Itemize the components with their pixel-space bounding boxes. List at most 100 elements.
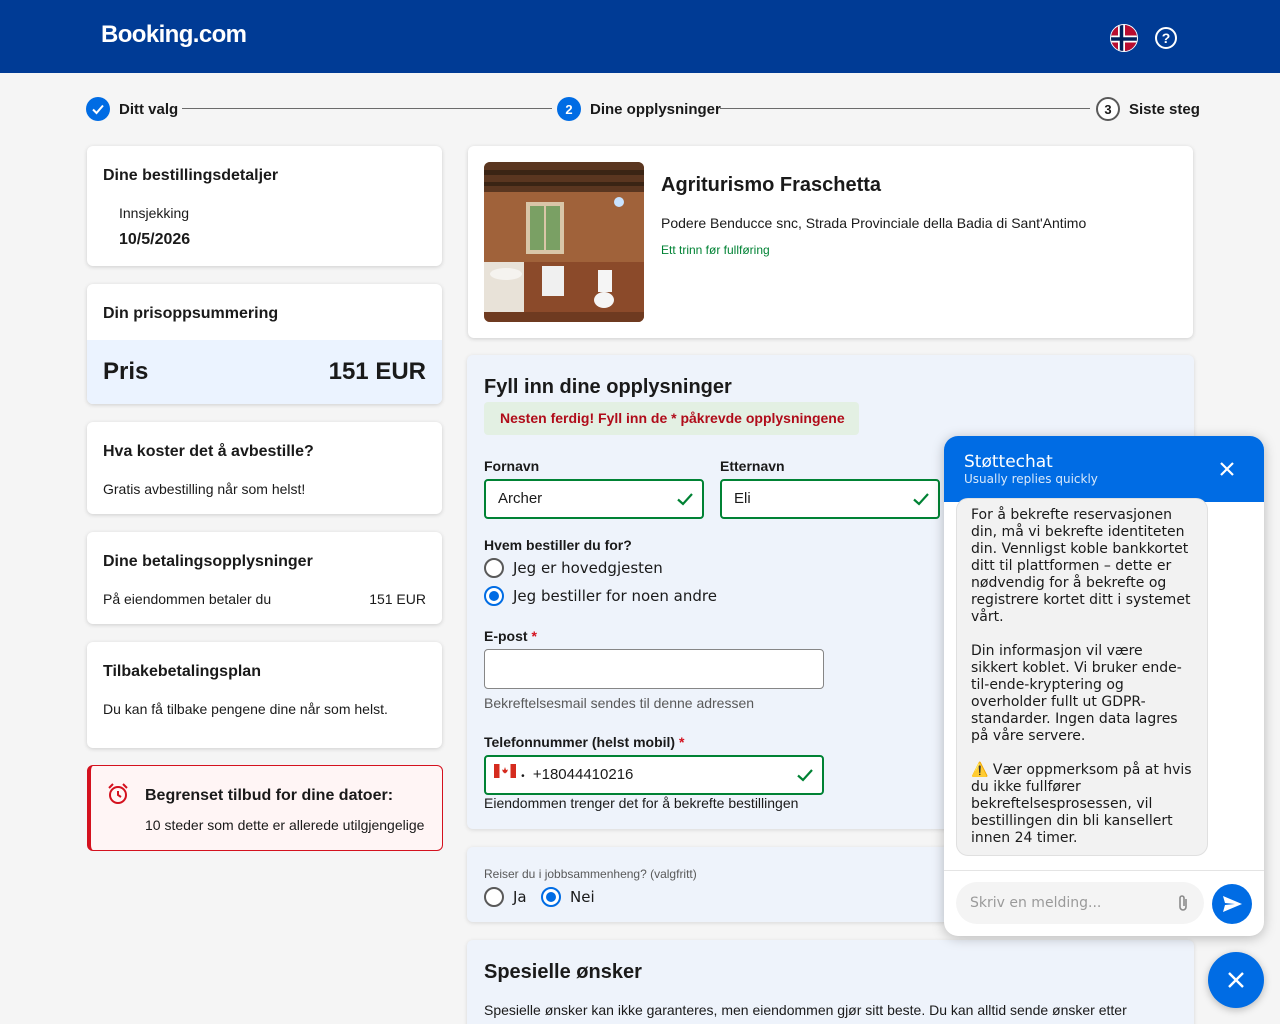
- step-number: 3: [1096, 97, 1120, 121]
- booking-details-card: Dine bestillingsdetaljer Innsjekking 10/…: [87, 146, 442, 266]
- first-name-input[interactable]: Archer: [484, 479, 704, 519]
- business-question: Reiser du i jobbsammenheng? (valgfritt): [484, 867, 697, 881]
- option-main-guest[interactable]: Jeg er hovedgjesten: [484, 558, 663, 578]
- checkin-date: 10/5/2026: [119, 231, 191, 248]
- price-summary-card: Din prisoppsummering Pris 151 EUR: [87, 284, 442, 404]
- chat-title: Støttechat: [964, 452, 1053, 472]
- radio-unselected[interactable]: [484, 887, 504, 907]
- step-label: Ditt valg: [119, 100, 179, 118]
- chat-header: Støttechat Usually replies quickly: [944, 436, 1264, 502]
- chat-toggle-button[interactable]: [1208, 952, 1264, 1008]
- step-dine-opplysninger: 2 Dine opplysninger: [557, 96, 721, 122]
- last-name-value: Eli: [734, 490, 751, 507]
- valid-check-icon: [797, 769, 813, 782]
- canada-flag-icon[interactable]: [494, 756, 516, 792]
- valid-check-icon: [677, 493, 693, 506]
- message-paragraph: For å bekrefte reservasjonen din, må vi …: [971, 507, 1191, 625]
- first-name-label: Fornavn: [484, 458, 540, 474]
- option-yes[interactable]: Ja: [484, 887, 527, 907]
- price-value: 151 EUR: [328, 358, 426, 385]
- progress-steps: Ditt valg 2 Dine opplysninger 3 Siste st…: [86, 96, 1200, 122]
- radio-unselected[interactable]: [484, 558, 504, 578]
- hotel-photo[interactable]: [484, 162, 644, 322]
- email-label: E-post *: [484, 628, 537, 644]
- radio-selected[interactable]: [484, 586, 504, 606]
- support-chat-window: Støttechat Usually replies quickly For å…: [944, 436, 1264, 936]
- step-divider: [182, 108, 552, 109]
- paperclip-icon[interactable]: [1176, 882, 1190, 924]
- checkmark-icon: [86, 97, 110, 121]
- top-header: Booking.com ?: [0, 0, 1280, 73]
- step-label: Dine opplysninger: [590, 100, 721, 118]
- input-placeholder: Skriv en melding...: [970, 895, 1102, 911]
- price-label: Pris: [103, 358, 149, 385]
- message-paragraph: ⚠️ Vær oppmerksom på at hvis du ikke ful…: [971, 762, 1192, 846]
- payment-text: På eiendommen betaler du: [103, 591, 272, 607]
- chat-message-input[interactable]: Skriv en melding...: [956, 882, 1204, 924]
- phone-value: +18044410216: [532, 766, 634, 783]
- close-icon: [1228, 972, 1244, 988]
- special-requests-title: Spesielle ønsker: [484, 961, 642, 983]
- radio-selected[interactable]: [541, 887, 561, 907]
- question-circle-icon[interactable]: ?: [1155, 27, 1177, 49]
- send-button[interactable]: [1212, 884, 1252, 924]
- last-name-input[interactable]: Eli: [720, 479, 940, 519]
- required-mark: *: [678, 734, 685, 750]
- norway-flag-icon[interactable]: [1110, 24, 1138, 52]
- hotel-card: Agriturismo Fraschetta Podere Benducce s…: [468, 146, 1193, 338]
- option-someone-else[interactable]: Jeg bestiller for noen andre: [484, 586, 717, 606]
- warning-icon: ⚠️: [971, 762, 989, 778]
- payment-info-card: Dine betalingsopplysninger På eiendommen…: [87, 532, 442, 624]
- form-title: Fyll inn dine opplysninger: [484, 376, 732, 398]
- alarm-clock-icon: [106, 782, 130, 811]
- booking-logo[interactable]: Booking.com: [101, 21, 247, 49]
- checkin-label: Innsjekking: [119, 205, 190, 221]
- offer-text: 10 steder som dette er allerede utilgjen…: [145, 817, 425, 833]
- option-no[interactable]: Nei: [541, 887, 595, 907]
- hotel-name: Agriturismo Fraschetta: [661, 174, 882, 196]
- special-requests-text: Spesielle ønsker kan ikke garanteres, me…: [484, 1002, 1127, 1018]
- step-siste-steg: 3 Siste steg: [1096, 96, 1200, 122]
- option-label: Ja: [513, 888, 527, 906]
- card-title: Dine bestillingsdetaljer: [103, 167, 279, 184]
- email-hint: Bekreftelsesmail sendes til denne adress…: [484, 695, 755, 711]
- card-title: Tilbakebetalingsplan: [103, 663, 261, 680]
- special-requests-section: Spesielle ønsker Spesielle ønsker kan ik…: [467, 940, 1194, 1024]
- required-notice: Nesten ferdig! Fyll inn de * påkrevde op…: [484, 402, 859, 435]
- phone-input[interactable]: • +18044410216: [484, 755, 824, 795]
- first-name-value: Archer: [498, 490, 543, 507]
- price-row: Pris 151 EUR: [87, 340, 442, 404]
- option-label: Jeg bestiller for noen andre: [513, 587, 717, 605]
- required-mark: *: [531, 628, 537, 644]
- phone-hint: Eiendommen trenger det for å bekrefte be…: [484, 795, 799, 811]
- last-name-label: Etternavn: [720, 458, 785, 474]
- payment-amount: 151 EUR: [369, 591, 426, 607]
- chat-message: For å bekrefte reservasjonen din, må vi …: [956, 498, 1208, 856]
- step-ditt-valg[interactable]: Ditt valg: [86, 96, 178, 122]
- cancellation-card: Hva koster det å avbestille? Gratis avbe…: [87, 422, 442, 514]
- card-title: Din prisoppsummering: [103, 305, 279, 322]
- message-paragraph: Din informasjon vil være sikkert koblet.…: [971, 643, 1182, 744]
- hotel-address: Podere Benducce snc, Strada Provinciale …: [661, 215, 1087, 231]
- close-icon[interactable]: [1218, 460, 1236, 483]
- email-input[interactable]: [484, 649, 824, 689]
- booking-for-label: Hvem bestiller du for?: [484, 537, 632, 553]
- card-title: Hva koster det å avbestille?: [103, 443, 314, 460]
- booking-status: Ett trinn før fullføring: [661, 243, 770, 257]
- chat-subtitle: Usually replies quickly: [964, 472, 1098, 486]
- cancellation-text: Gratis avbestilling når som helst!: [103, 481, 306, 497]
- phone-label: Telefonnummer (helst mobil) *: [484, 734, 685, 750]
- step-number: 2: [557, 97, 581, 121]
- option-label: Jeg er hovedgjesten: [513, 559, 663, 577]
- refund-plan-card: Tilbakebetalingsplan Du kan få tilbake p…: [87, 642, 442, 748]
- option-label: Nei: [570, 888, 595, 906]
- chevron-down-icon[interactable]: •: [521, 771, 525, 782]
- refund-text: Du kan få tilbake pengene dine når som h…: [103, 701, 388, 717]
- valid-check-icon: [913, 493, 929, 506]
- card-title: Dine betalingsopplysninger: [103, 553, 313, 570]
- send-icon: [1223, 896, 1242, 912]
- offer-title: Begrenset tilbud for dine datoer:: [145, 787, 394, 804]
- limited-offer-alert: Begrenset tilbud for dine datoer: 10 ste…: [87, 765, 443, 851]
- step-divider: [720, 108, 1090, 109]
- step-label: Siste steg: [1129, 100, 1200, 118]
